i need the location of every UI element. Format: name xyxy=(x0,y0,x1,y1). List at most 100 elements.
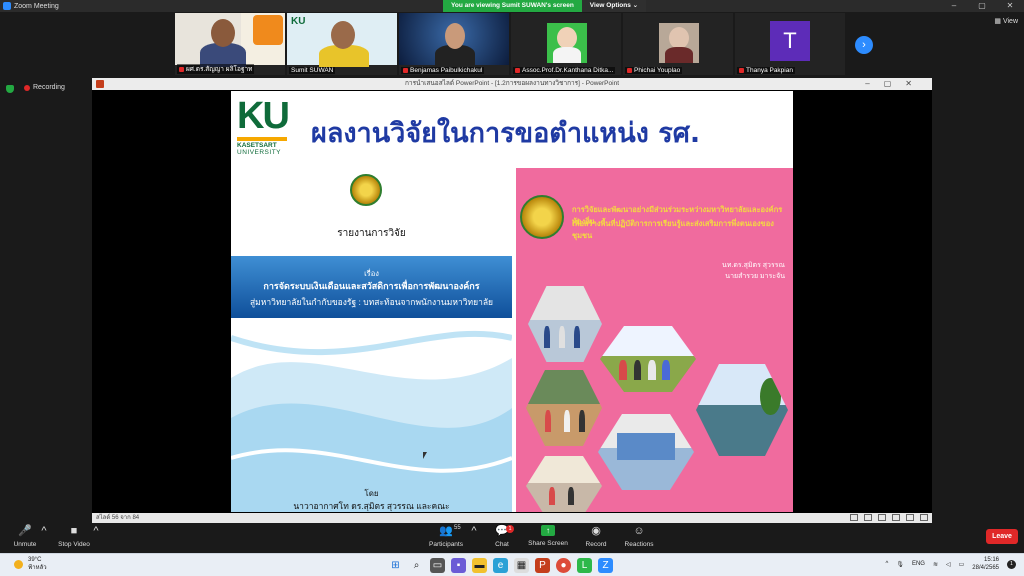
prev-slide-icon[interactable] xyxy=(850,514,858,521)
chevron-up-icon: ^ xyxy=(471,525,477,537)
video-camera-icon: ■ xyxy=(70,525,78,537)
record-button[interactable]: ◉ Record xyxy=(582,525,610,548)
participant-video xyxy=(623,13,733,65)
participant-video xyxy=(511,13,621,65)
participant-tile[interactable]: Benjamas Paibulkichakul xyxy=(399,13,509,75)
microphone-icon[interactable]: 🎙 xyxy=(896,561,904,568)
participant-tile[interactable]: ผศ.ดร.สัญญา ผลิโอฐาท xyxy=(175,13,285,75)
battery-icon[interactable]: ▭ xyxy=(959,561,965,568)
photo-pond xyxy=(696,364,788,456)
mic-off-icon xyxy=(515,67,520,73)
report-cover-2: การวิจัยและพัฒนาอย่างมีส่วนร่วมระหว่างมห… xyxy=(516,168,793,512)
close-icon[interactable]: ✕ xyxy=(996,0,1024,12)
photo-meeting-2 xyxy=(526,456,602,512)
chevron-up-icon: ^ xyxy=(93,525,99,537)
zoom-app-icon[interactable]: Z xyxy=(598,558,613,573)
participant-name: Assoc.Prof.Dr.Kanthana Ditka... xyxy=(513,67,616,74)
participant-name: Sumit SUWAN xyxy=(289,67,336,74)
record-dot-icon xyxy=(24,84,30,91)
edge-browser-icon[interactable]: e xyxy=(493,558,508,573)
chevron-right-icon: › xyxy=(862,39,866,51)
share-screen-button[interactable]: ↑ Share Screen xyxy=(528,525,568,547)
menu-icon[interactable] xyxy=(864,514,872,521)
participants-button[interactable]: 👥 Participants 55 xyxy=(426,525,466,548)
video-options-button[interactable]: ^ xyxy=(92,525,100,541)
normal-view-icon[interactable] xyxy=(892,514,900,521)
recording-label: Recording xyxy=(33,84,65,91)
volume-icon[interactable]: ◁ xyxy=(946,561,951,568)
participant-name: Benjamas Paibulkichakul xyxy=(401,67,485,74)
view-button[interactable]: ▦ View xyxy=(994,17,1018,25)
participant-avatar: T xyxy=(770,21,810,61)
viewing-banner: You are viewing Sumit SUWAN's screen Vie… xyxy=(443,0,647,12)
search-icon[interactable]: ⌕ xyxy=(409,558,424,573)
participant-video xyxy=(175,13,285,67)
participant-tile[interactable]: Phichai Youplao xyxy=(623,13,733,75)
powerpoint-window-controls[interactable]: –▢✕ xyxy=(865,78,926,90)
sorter-view-icon[interactable] xyxy=(906,514,914,521)
task-view-icon[interactable]: ▭ xyxy=(430,558,445,573)
weather-widget[interactable]: 39°C ฟ้าหลัว xyxy=(14,556,47,572)
minimize-icon[interactable]: – xyxy=(940,0,968,12)
store-icon[interactable]: ▦ xyxy=(514,558,529,573)
mic-off-icon xyxy=(739,67,744,73)
mic-off-icon: 🎤 xyxy=(18,525,32,537)
report-author-2: นายสำรวย มาระจัน xyxy=(725,273,785,280)
participant-name: Thanya Pakpian xyxy=(737,67,795,74)
participant-strip: ผศ.ดร.สัญญา ผลิโอฐาท KU Sumit SUWAN Benj… xyxy=(0,12,1024,76)
mouse-cursor-icon xyxy=(423,452,427,459)
slide-title: ผลงานวิจัยในการขอตำแหน่ง รศ. xyxy=(311,118,701,149)
mic-off-icon xyxy=(179,66,184,72)
windows-taskbar: 39°C ฟ้าหลัว ⊞ ⌕ ▭ ▪ ▬ e ▦ P ● L Z ^ 🎙 E… xyxy=(0,553,1024,576)
participant-video: KU xyxy=(287,13,397,67)
chevron-up-icon[interactable]: ^ xyxy=(886,561,889,567)
university-seal xyxy=(350,174,382,206)
unmute-button[interactable]: 🎤 Unmute xyxy=(10,525,40,548)
reactions-button[interactable]: ☺ Reactions xyxy=(622,525,656,548)
window-title: Zoom Meeting xyxy=(14,2,59,10)
chrome-icon[interactable]: ● xyxy=(556,558,571,573)
view-buttons xyxy=(850,514,928,521)
mic-off-icon xyxy=(403,67,408,73)
powerpoint-title: การนำเสนอสไลด์ PowerPoint - [1.2การขอผลง… xyxy=(404,80,619,87)
weather-sun-icon xyxy=(14,559,23,569)
viewing-screen-badge: You are viewing Sumit SUWAN's screen xyxy=(443,0,582,12)
line-app-icon[interactable]: L xyxy=(577,558,592,573)
clock[interactable]: 15:16 28/4/2565 xyxy=(972,556,999,572)
ku-logo: KU KASETSART UNIVERSITY xyxy=(237,95,290,156)
photo-community xyxy=(526,370,602,446)
notification-badge[interactable]: 1 xyxy=(1007,559,1016,569)
participants-options-button[interactable]: ^ xyxy=(470,525,478,541)
report-label: รายงานการวิจัย xyxy=(337,228,406,239)
file-explorer-icon[interactable]: ▬ xyxy=(472,558,487,573)
language-indicator[interactable]: ENG xyxy=(912,561,925,567)
participant-tile[interactable]: KU Sumit SUWAN xyxy=(287,13,397,75)
chat-app-icon[interactable]: ▪ xyxy=(451,558,466,573)
view-options-button[interactable]: View Options ⌄ xyxy=(581,0,647,12)
recording-indicator[interactable]: Recording xyxy=(24,84,65,91)
next-slide-icon[interactable] xyxy=(878,514,886,521)
next-participants-button[interactable]: › xyxy=(855,36,873,54)
powerpoint-app-icon[interactable]: P xyxy=(535,558,550,573)
photo-field-group xyxy=(600,326,696,392)
leave-button[interactable]: Leave xyxy=(986,529,1018,544)
photo-meeting xyxy=(528,286,602,362)
smiley-icon: ☺ xyxy=(633,525,645,537)
windows-start-icon[interactable]: ⊞ xyxy=(388,558,403,573)
participant-tile[interactable]: Assoc.Prof.Dr.Kanthana Ditka... xyxy=(511,13,621,75)
zoom-window: Zoom Meeting You are viewing Sumit SUWAN… xyxy=(0,0,1024,576)
wifi-icon[interactable]: ≋ xyxy=(933,561,938,568)
audio-options-button[interactable]: ^ xyxy=(40,525,48,541)
stop-video-button[interactable]: ■ Stop Video xyxy=(55,525,93,548)
participant-video: T xyxy=(735,13,845,65)
maximize-icon[interactable]: ▢ xyxy=(968,0,996,12)
chevron-up-icon: ^ xyxy=(41,525,47,537)
chat-button[interactable]: 💬 Chat 1 xyxy=(488,525,516,548)
participant-tile[interactable]: T Thanya Pakpian xyxy=(735,13,845,75)
mic-off-icon xyxy=(627,67,632,73)
wave-background xyxy=(231,330,512,512)
participants-count: 55 xyxy=(454,525,461,531)
reading-view-icon[interactable] xyxy=(920,514,928,521)
shield-icon[interactable] xyxy=(6,85,14,93)
meeting-controls: 🎤 Unmute ^ ■ Stop Video ^ 👥 Participants… xyxy=(0,523,1024,553)
